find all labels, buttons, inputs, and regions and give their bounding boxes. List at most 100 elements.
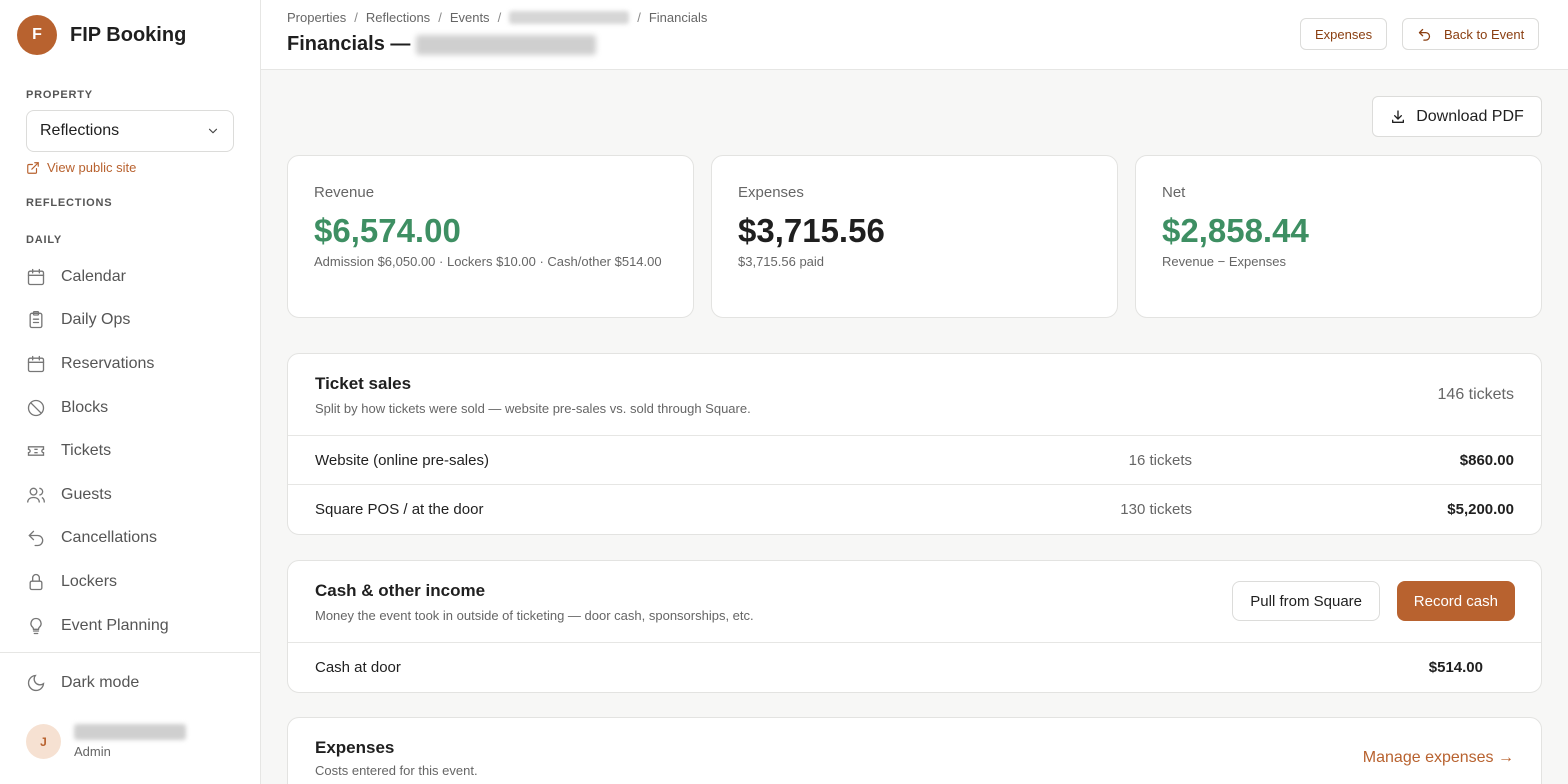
ticket-total: 146 tickets — [1437, 386, 1514, 403]
lock-icon — [26, 572, 46, 592]
breadcrumb-reflections[interactable]: Reflections — [366, 10, 430, 25]
row-label: Square POS / at the door — [315, 501, 484, 518]
revenue-value: $6,574.00 — [314, 212, 461, 249]
breadcrumb-financials: Financials — [648, 10, 708, 25]
row-label: Website (online pre-sales) — [315, 451, 489, 469]
group-label: DAILY — [26, 234, 62, 246]
sidebar-item-reservations[interactable]: Reservations — [26, 342, 236, 386]
property-label: PROPERTY — [26, 89, 93, 101]
download-pdf-button[interactable]: Download PDF — [1372, 96, 1542, 137]
property-select-value: Reflections — [40, 122, 120, 139]
page-title: Financials — — [287, 33, 597, 56]
ban-icon — [26, 398, 46, 418]
moon-icon — [26, 673, 46, 693]
pull-from-square-label: Pull from Square — [1250, 592, 1362, 610]
expenses-panel-title: Expenses — [315, 738, 395, 757]
sidebar-nav: Calendar Daily Ops Reservations Blocks T… — [26, 255, 236, 647]
view-public-site-link[interactable]: View public site — [26, 160, 136, 175]
chevron-down-icon — [208, 128, 218, 134]
sidebar-item-guests[interactable]: Guests — [26, 473, 236, 517]
avatar: J — [26, 724, 61, 759]
back-to-event-label: Back to Event — [1444, 26, 1525, 42]
sidebar-item-label: Reservations — [61, 354, 155, 372]
revenue-breakdown: Admission $6,050.00 · Lockers $10.00 · C… — [314, 254, 662, 270]
sidebar-item-label: Cancellations — [61, 529, 158, 547]
sidebar-item-calendar[interactable]: Calendar — [26, 255, 236, 299]
record-cash-label: Record cash — [1413, 592, 1498, 610]
sidebar-item-label: Event Planning — [61, 616, 169, 634]
ticket-sales-panel: Ticket sales Split by how tickets were s… — [287, 353, 1542, 535]
view-public-site-label: View public site — [47, 160, 137, 175]
expenses-value: $3,715.56 — [738, 212, 885, 249]
row-count: 130 tickets — [1120, 501, 1192, 518]
row-amount: $860.00 — [1459, 451, 1514, 469]
ticket-icon — [26, 441, 46, 461]
record-cash-button[interactable]: Record cash — [1396, 581, 1515, 621]
sidebar-item-cancellations[interactable]: Cancellations — [26, 517, 236, 561]
user-role: Admin — [74, 744, 111, 759]
ticket-sales-desc: Split by how tickets were sold — website… — [315, 401, 751, 416]
user-profile[interactable]: J Admin — [26, 724, 186, 759]
net-value: $2,858.44 — [1162, 212, 1309, 249]
property-select[interactable]: Reflections — [26, 110, 234, 152]
table-row: Website (online pre-sales) 16 tickets $8… — [288, 436, 1541, 485]
breadcrumb: Properties / Reflections / Events / / Fi… — [287, 10, 708, 25]
sidebar-item-lockers[interactable]: Lockers — [26, 560, 236, 604]
table-row: Cash at door $514.00 — [288, 643, 1541, 692]
row-amount: $514.00 — [1428, 659, 1483, 676]
pull-from-square-button[interactable]: Pull from Square — [1232, 581, 1380, 621]
sidebar-item-event-planning[interactable]: Event Planning — [26, 604, 236, 648]
clipboard-icon — [26, 310, 46, 330]
sidebar-item-label: Blocks — [61, 398, 109, 416]
download-pdf-label: Download PDF — [1416, 107, 1524, 125]
expenses-paid: $3,715.56 paid — [738, 254, 825, 270]
expenses-panel-desc: Costs entered for this event. — [315, 763, 478, 778]
external-link-icon — [27, 161, 39, 174]
sidebar-item-label: Lockers — [61, 572, 118, 590]
undo-icon — [1418, 28, 1431, 41]
dark-mode-toggle[interactable]: Dark mode — [26, 673, 139, 693]
manage-expenses-link[interactable]: Manage expenses → — [1363, 749, 1514, 767]
section-label: REFLECTIONS — [26, 197, 113, 209]
sidebar-item-label: Tickets — [61, 442, 112, 460]
calendar-icon — [26, 267, 46, 287]
sidebar-item-blocks[interactable]: Blocks — [26, 386, 236, 430]
sidebar-item-label: Daily Ops — [61, 311, 131, 329]
net-card: Net $2,858.44 Revenue − Expenses — [1135, 155, 1542, 318]
user-name-redacted — [74, 724, 186, 740]
sidebar-item-daily-ops[interactable]: Daily Ops — [26, 299, 236, 343]
revenue-card: Revenue $6,574.00 Admission $6,050.00 · … — [287, 155, 694, 318]
revenue-label: Revenue — [314, 184, 375, 201]
sidebar-item-label: Calendar — [61, 267, 126, 285]
expenses-panel: Expenses Costs entered for this event. M… — [287, 717, 1542, 784]
sidebar-item-label: Guests — [61, 485, 112, 503]
expenses-card: Expenses $3,715.56 $3,715.56 paid — [711, 155, 1118, 318]
brand[interactable]: F FIP Booking — [17, 15, 186, 55]
sidebar-item-tickets[interactable]: Tickets — [26, 429, 236, 473]
cash-income-panel: Cash & other income Money the event took… — [287, 560, 1542, 693]
row-amount: $5,200.00 — [1447, 501, 1514, 518]
breadcrumb-event-redacted[interactable] — [509, 11, 630, 24]
table-row: Square POS / at the door 130 tickets $5,… — [288, 485, 1541, 534]
net-formula: Revenue − Expenses — [1162, 254, 1286, 270]
net-label: Net — [1162, 184, 1186, 201]
page-title-text: Financials — — [287, 33, 411, 55]
page-header: Properties / Reflections / Events / / Fi… — [261, 0, 1568, 70]
brand-name: FIP Booking — [70, 23, 187, 46]
dark-mode-label: Dark mode — [61, 674, 140, 691]
expenses-button[interactable]: Expenses — [1300, 18, 1388, 50]
row-count: 16 tickets — [1128, 451, 1192, 469]
users-icon — [26, 485, 46, 505]
lightbulb-icon — [26, 616, 46, 636]
download-icon — [1392, 109, 1405, 123]
event-name-redacted — [416, 34, 597, 55]
brand-logo: F — [17, 15, 57, 55]
expenses-label: Expenses — [738, 184, 804, 201]
expenses-button-label: Expenses — [1315, 26, 1373, 42]
breadcrumb-events[interactable]: Events — [450, 10, 490, 25]
calendar-icon — [26, 354, 46, 374]
sidebar-divider — [0, 652, 260, 653]
ticket-sales-title: Ticket sales — [315, 374, 412, 393]
breadcrumb-properties[interactable]: Properties — [287, 10, 346, 25]
back-to-event-button[interactable]: Back to Event — [1402, 18, 1540, 50]
